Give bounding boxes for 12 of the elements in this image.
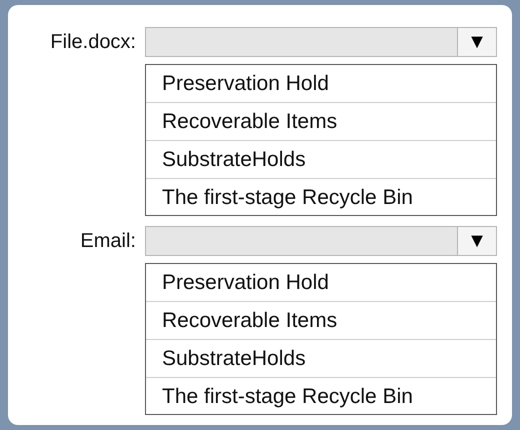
dropdown-option[interactable]: Preservation Hold [146,65,496,103]
dropdown-option[interactable]: Preservation Hold [146,264,496,302]
dropdown[interactable]: ▼ [145,226,497,256]
dropdown-option[interactable]: SubstrateHolds [146,340,496,378]
dropdown[interactable]: ▼ [145,27,497,57]
dropdown-option[interactable]: SubstrateHolds [146,141,496,179]
dropdown-option[interactable]: Recoverable Items [146,103,496,141]
field-label: Email: [79,229,136,253]
dropdown-option[interactable]: The first-stage Recycle Bin [146,179,496,215]
dropdown-option[interactable]: Recoverable Items [146,302,496,340]
field-label: File.docx: [49,30,136,54]
dropdown-option[interactable]: The first-stage Recycle Bin [146,378,496,414]
